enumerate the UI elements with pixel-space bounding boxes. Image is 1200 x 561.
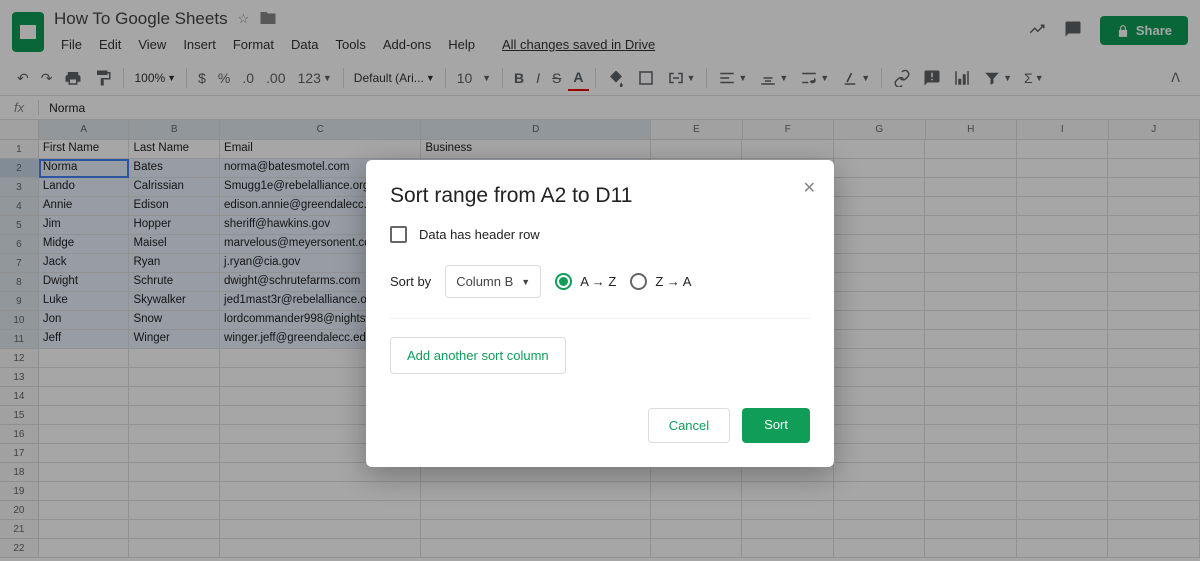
modal-overlay: ✕ Sort range from A2 to D11 Data has hea… — [0, 0, 1200, 561]
header-row-label: Data has header row — [419, 227, 540, 242]
dialog-title: Sort range from A2 to D11 — [390, 184, 810, 208]
cancel-button[interactable]: Cancel — [648, 408, 730, 443]
header-row-checkbox[interactable] — [390, 226, 407, 243]
close-icon[interactable]: ✕ — [803, 178, 816, 198]
sort-column-select[interactable]: Column B▼ — [445, 265, 541, 298]
sort-dialog: ✕ Sort range from A2 to D11 Data has hea… — [366, 160, 834, 467]
sort-za-radio[interactable]: Z → A — [630, 273, 691, 290]
sort-by-label: Sort by — [390, 274, 431, 289]
sort-button[interactable]: Sort — [742, 408, 810, 443]
sort-az-radio[interactable]: A → Z — [555, 273, 616, 290]
add-sort-column-button[interactable]: Add another sort column — [390, 337, 566, 374]
